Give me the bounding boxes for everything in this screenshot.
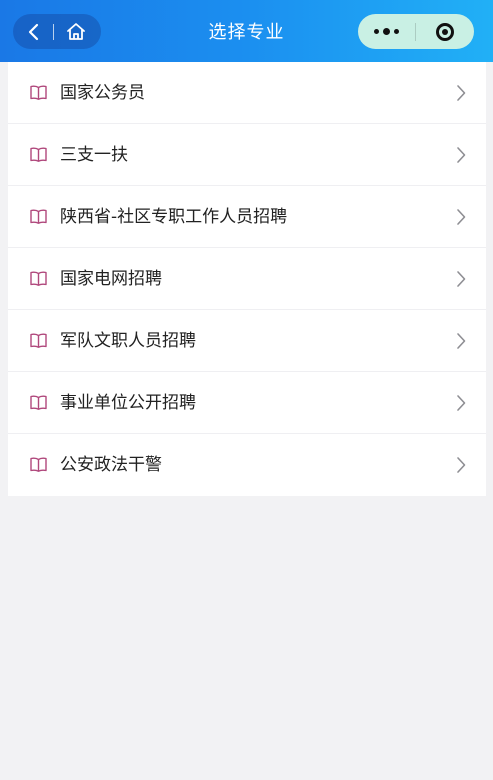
chevron-right-icon [457, 147, 466, 163]
target-close-icon [436, 22, 454, 41]
book-icon [30, 271, 47, 286]
list-item-label: 三支一扶 [60, 145, 128, 165]
list-item-label: 公安政法干警 [60, 455, 162, 475]
nav-bar: 选择专业 [0, 0, 493, 62]
chevron-right-icon [457, 457, 466, 473]
list-item-label: 军队文职人员招聘 [60, 331, 196, 351]
book-icon [30, 147, 47, 162]
chevron-right-icon [457, 333, 466, 349]
list-item-4[interactable]: 国家电网招聘 [8, 248, 486, 310]
list-item-label: 国家电网招聘 [60, 269, 162, 289]
more-button[interactable] [358, 14, 415, 49]
list-item-3[interactable]: 陕西省-社区专职工作人员招聘 [8, 186, 486, 248]
list-item-label: 陕西省-社区专职工作人员招聘 [60, 207, 288, 227]
chevron-right-icon [457, 395, 466, 411]
close-button[interactable] [416, 14, 474, 49]
chevron-right-icon [457, 209, 466, 225]
list-item-label: 国家公务员 [60, 83, 145, 103]
list-item-2[interactable]: 三支一扶 [8, 124, 486, 186]
chevron-right-icon [457, 85, 466, 101]
list-item-label: 事业单位公开招聘 [60, 393, 196, 413]
list-item-1[interactable]: 国家公务员 [8, 62, 486, 124]
major-list: 国家公务员 三支一扶 陕西省-社区专职工作人员招聘 国家电网招聘 军队文职人员招… [8, 62, 486, 496]
book-icon [30, 457, 47, 472]
book-icon [30, 85, 47, 100]
book-icon [30, 333, 47, 348]
list-item-5[interactable]: 军队文职人员招聘 [8, 310, 486, 372]
miniprogram-capsule [358, 14, 474, 49]
book-icon [30, 395, 47, 410]
list-item-6[interactable]: 事业单位公开招聘 [8, 372, 486, 434]
more-dots-icon [372, 28, 401, 35]
book-icon [30, 209, 47, 224]
list-item-7[interactable]: 公安政法干警 [8, 434, 486, 496]
chevron-right-icon [457, 271, 466, 287]
